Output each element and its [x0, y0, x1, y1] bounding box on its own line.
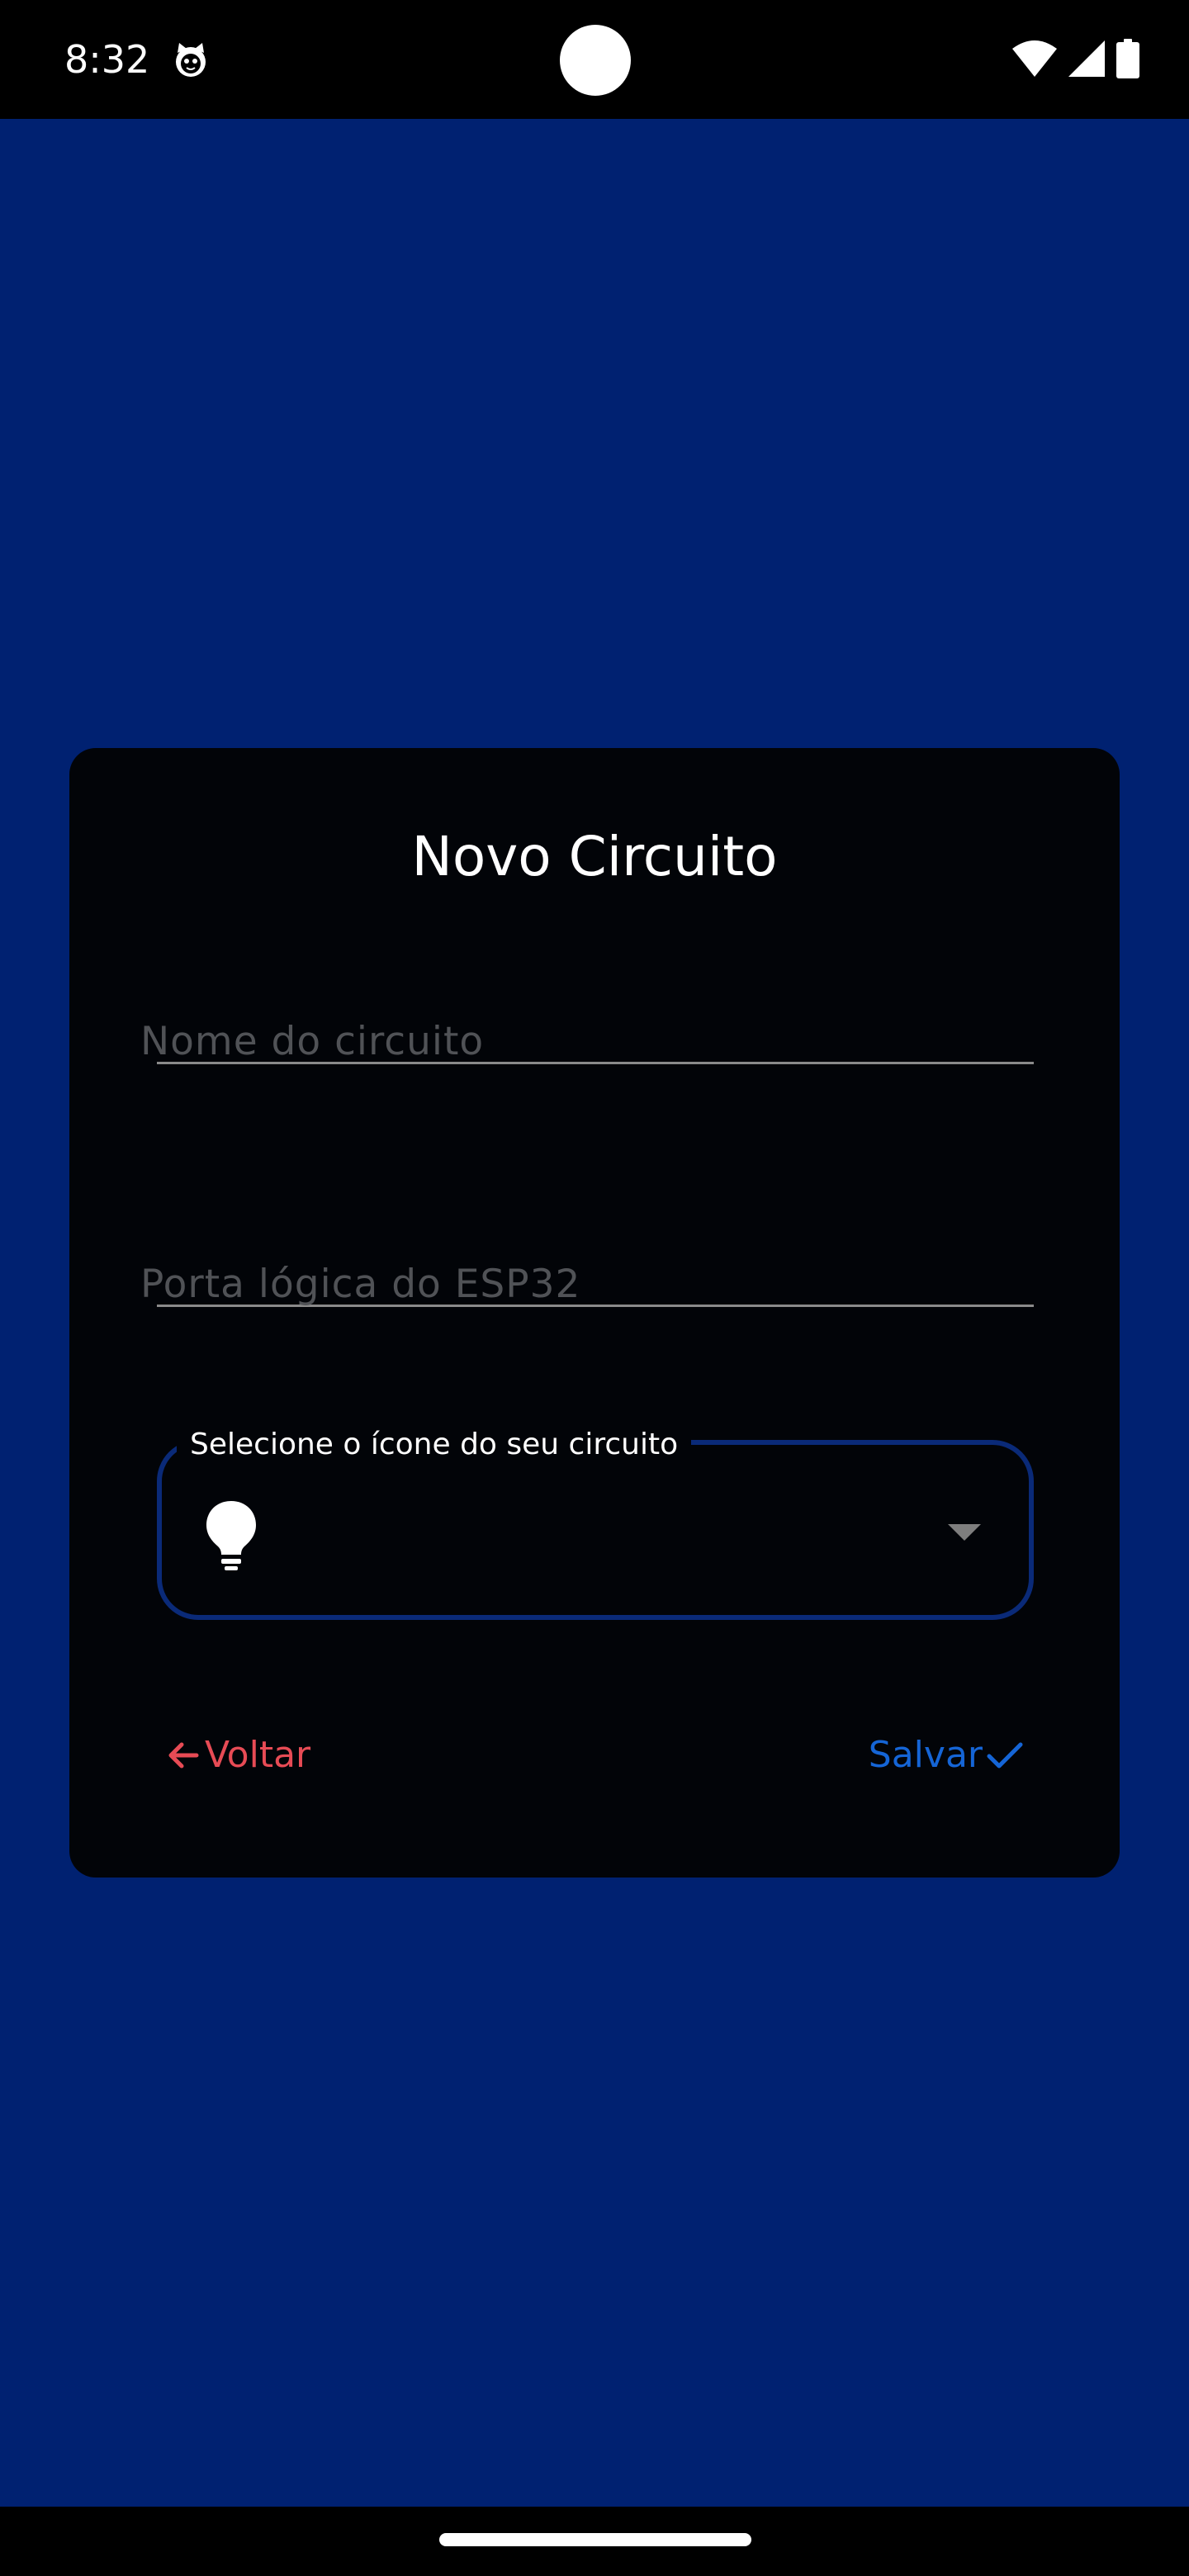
- arrow-left-icon: [168, 1742, 199, 1769]
- lightbulb-icon: [206, 1501, 256, 1570]
- status-icons: [1012, 38, 1139, 79]
- cat-face-icon: [176, 43, 206, 77]
- cellular-signal-icon: [1068, 40, 1105, 77]
- home-gesture-handle[interactable]: [439, 2533, 751, 2546]
- new-circuit-dialog: Novo Circuito Nome do circuito Porta lóg…: [69, 748, 1120, 1878]
- esp32-port-placeholder: Porta lógica do ESP32: [140, 1262, 581, 1307]
- status-bar: 8:32: [0, 0, 1189, 119]
- save-button-label: Salvar: [868, 1734, 983, 1776]
- back-button-label: Voltar: [205, 1734, 311, 1776]
- navigation-bar: [0, 2507, 1189, 2576]
- icon-dropdown-label: Selecione o ícone do seu circuito: [177, 1427, 692, 1463]
- battery-icon: [1116, 39, 1139, 78]
- status-time: 8:32: [64, 37, 150, 82]
- dialog-title: Novo Circuito: [411, 825, 778, 888]
- save-button[interactable]: Salvar: [869, 1731, 1024, 1780]
- icon-dropdown[interactable]: [157, 1440, 1034, 1620]
- check-icon: [987, 1742, 1023, 1769]
- circuit-name-placeholder: Nome do circuito: [140, 1019, 485, 1064]
- chevron-down-icon[interactable]: [948, 1524, 981, 1541]
- camera-cutout: [560, 25, 631, 96]
- wifi-icon: [1012, 40, 1057, 77]
- screen: 8:32 Novo Circuito Nome do circuito Port…: [0, 0, 1189, 2576]
- back-button[interactable]: Voltar: [167, 1731, 310, 1780]
